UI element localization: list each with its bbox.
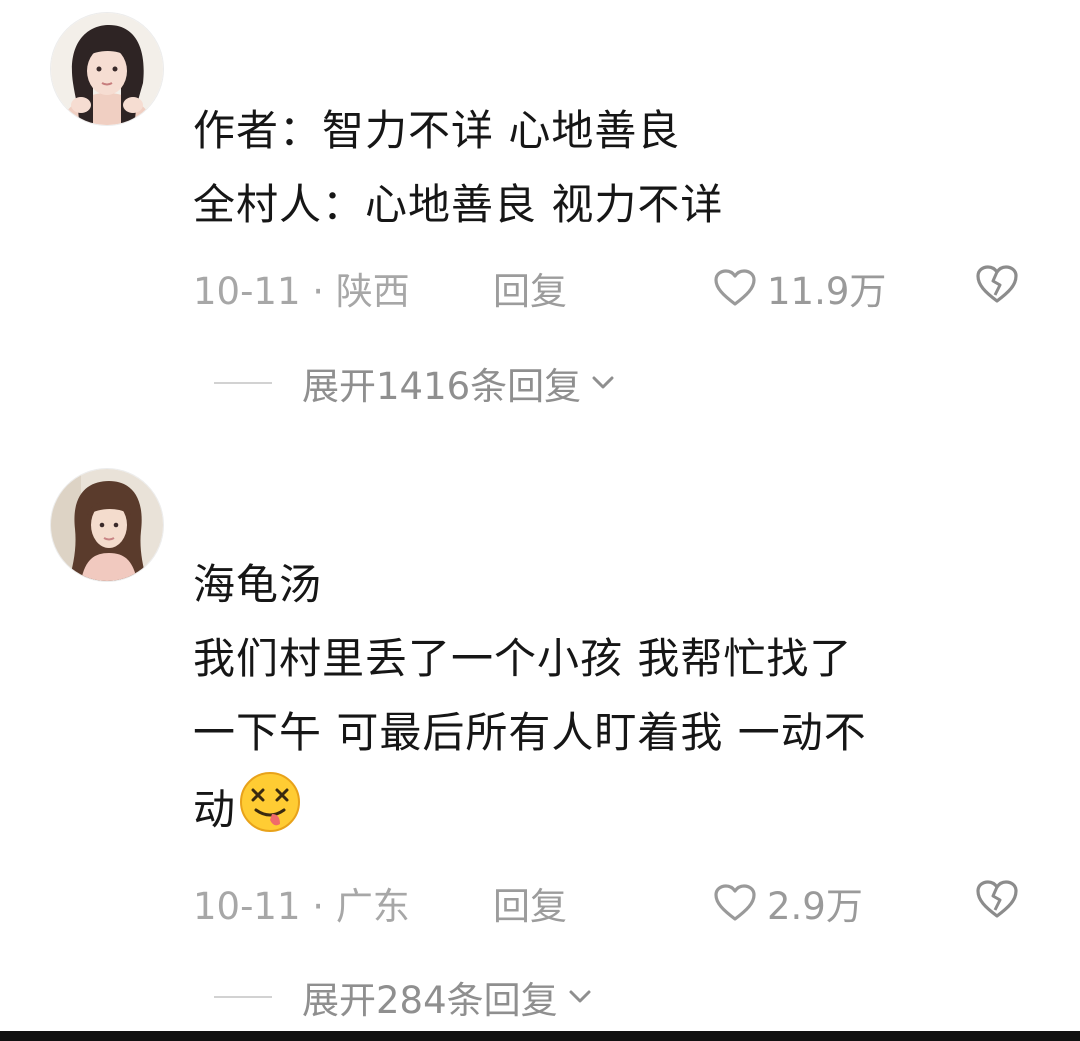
dizzy-tongue-face-emoji (238, 770, 302, 834)
comment-meta: 10-11 · 陕西 回复 11.9万 (193, 261, 1028, 313)
like-count: 2.9万 (767, 885, 863, 928)
expand-replies-button[interactable]: 展开1416条回复 (214, 356, 615, 410)
comment-meta: 10-11 · 广东 回复 2.9万 (193, 876, 1028, 928)
meta-separator: · (312, 885, 325, 928)
comment-date-location: 10-11 · 广东 (193, 876, 410, 930)
like-count: 11.9万 (767, 270, 887, 313)
comment-text: 作者：智力不详 心地善良 全村人：心地善良 视力不详 (193, 94, 1033, 242)
comment-line: 全村人：心地善良 视力不详 (193, 180, 724, 229)
chevron-down-icon (569, 990, 591, 1003)
reply-button[interactable]: 回复 (493, 876, 567, 930)
comment-location: 广东 (335, 885, 410, 928)
comment-line: 海龟汤 (193, 560, 323, 609)
expand-replies-label: 展开1416条回复 (302, 365, 582, 408)
like-button[interactable]: 11.9万 (713, 261, 886, 315)
comment-line-text: 动 (193, 785, 237, 834)
avatar[interactable] (50, 12, 164, 126)
like-button[interactable]: 2.9万 (713, 876, 863, 930)
heart-outline-icon (714, 269, 756, 306)
broken-heart-icon (976, 265, 1018, 303)
bottom-edge-bar (0, 1031, 1080, 1041)
avatar[interactable] (50, 468, 164, 582)
expand-replies-label: 展开284条回复 (302, 979, 558, 1022)
comment-text: 海龟汤 我们村里丢了一个小孩 我帮忙找了 一下午 可最后所有人盯着我 一动不 动 (193, 548, 1033, 847)
comment-date: 10-11 (193, 885, 301, 928)
reply-button[interactable]: 回复 (493, 261, 567, 315)
meta-separator: · (312, 270, 325, 313)
comment-line: 一下午 可最后所有人盯着我 一动不 (193, 708, 867, 757)
comment-location: 陕西 (335, 270, 410, 313)
dislike-button[interactable] (974, 878, 1020, 929)
divider-line (214, 996, 272, 998)
divider-line (214, 382, 272, 384)
broken-heart-icon (976, 880, 1018, 918)
comment-date: 10-11 (193, 270, 301, 313)
comment-line: 我们村里丢了一个小孩 我帮忙找了 (193, 634, 853, 683)
dislike-button[interactable] (974, 263, 1020, 314)
comment-line: 作者：智力不详 心地善良 (193, 106, 681, 155)
comment-date-location: 10-11 · 陕西 (193, 261, 410, 315)
expand-replies-button[interactable]: 展开284条回复 (214, 970, 592, 1024)
comment-line: 动 (193, 770, 1033, 847)
chevron-down-icon (592, 376, 614, 389)
heart-outline-icon (714, 884, 756, 921)
